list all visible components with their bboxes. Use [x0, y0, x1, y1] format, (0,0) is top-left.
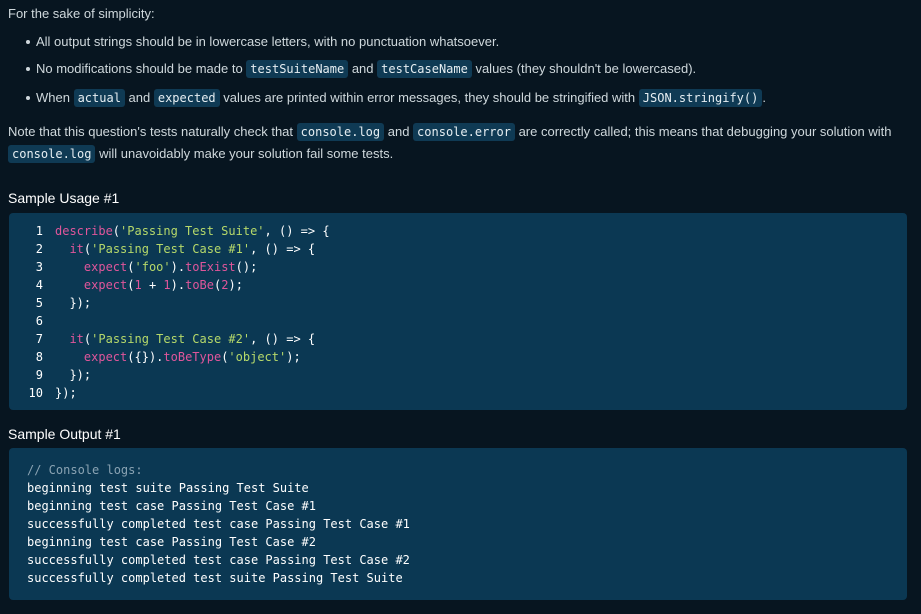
inline-code: expected [153, 89, 220, 107]
testing-note: Note that this question's tests naturall… [8, 123, 892, 163]
code-line: 7 it('Passing Test Case #2', () => { [9, 330, 315, 348]
sample-output-heading: Sample Output #1 [8, 426, 121, 442]
inline-code: testCaseName [377, 60, 472, 78]
line-number: 8 [35, 350, 43, 364]
inline-code: console.log [296, 123, 385, 141]
inline-code: console.error [413, 123, 515, 141]
line-number: 2 [35, 242, 43, 256]
output-line: beginning test case Passing Test Case #1 [27, 499, 316, 513]
sample-output-code-block[interactable]: // Console logs: beginning test suite Pa… [9, 448, 907, 600]
bullet-icon [26, 40, 30, 44]
line-number: 9 [35, 368, 43, 382]
line-number: 4 [35, 278, 43, 292]
line-number: 5 [35, 296, 43, 310]
bullet-icon [26, 96, 30, 100]
line-number: 3 [35, 260, 43, 274]
line-number: 10 [28, 386, 43, 400]
inline-code: testSuiteName [246, 60, 349, 78]
intro-text: For the sake of simplicity: [8, 6, 155, 21]
code-line: 6 [9, 312, 55, 330]
inline-code: JSON.stringify() [638, 89, 763, 107]
output-line: beginning test suite Passing Test Suite [27, 481, 309, 495]
output-line: successfully completed test suite Passin… [27, 571, 403, 585]
line-number: 1 [35, 224, 43, 238]
rule-item-no-modifications: No modifications should be made to testS… [26, 58, 696, 80]
output-comment: // Console logs: [27, 463, 143, 477]
bullet-icon [26, 67, 30, 71]
code-line: 3 expect('foo').toExist(); [9, 258, 258, 276]
sample-usage-code-block[interactable]: 1 describe('Passing Test Suite', () => { … [9, 213, 907, 410]
line-number: 6 [35, 314, 43, 328]
code-line: 2 it('Passing Test Case #1', () => { [9, 240, 315, 258]
rule-item-stringify: When actual and expected values are prin… [26, 87, 766, 109]
code-line: 5 }); [9, 294, 91, 312]
output-line: successfully completed test case Passing… [27, 517, 410, 531]
inline-code: console.log [8, 145, 96, 163]
code-line: 4 expect(1 + 1).toBe(2); [9, 276, 243, 294]
code-line: 8 expect({}).toBeType('object'); [9, 348, 301, 366]
instructions-section: For the sake of simplicity: [8, 5, 913, 22]
code-line: 1 describe('Passing Test Suite', () => { [9, 222, 330, 240]
code-line: 9 }); [9, 366, 91, 384]
output-line: successfully completed test case Passing… [27, 553, 410, 567]
inline-code: actual [73, 89, 125, 107]
sample-usage-heading: Sample Usage #1 [8, 190, 120, 206]
output-line: beginning test case Passing Test Case #2 [27, 535, 316, 549]
rule-item-lowercase: All output strings should be in lowercas… [26, 31, 499, 53]
code-line: 10}); [9, 384, 77, 402]
line-number: 7 [35, 332, 43, 346]
